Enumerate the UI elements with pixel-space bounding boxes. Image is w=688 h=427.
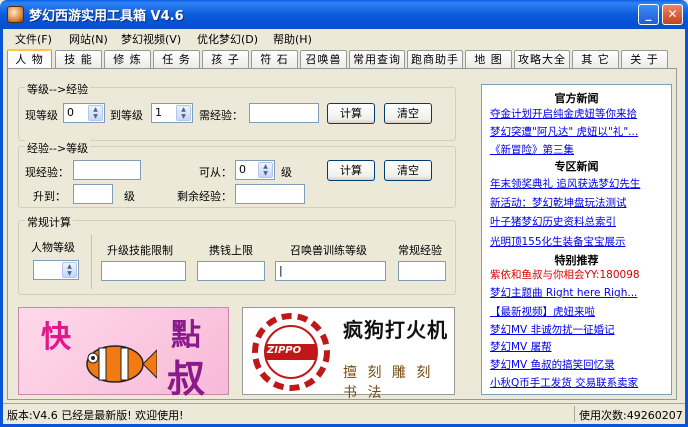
exp-to-level-group: 经验-->等级 现经验： 可从： 0 ▲ ▼ 级 计算 清空 升到： 级 剩余经验…	[18, 140, 456, 208]
normal-exp-label: 常规经验	[398, 244, 442, 257]
title-bar: 梦幻西游实用工具箱 V4.6 _ ✕	[0, 0, 688, 29]
remaining-exp-field[interactable]	[235, 184, 305, 204]
tab-guides[interactable]: 攻略大全	[514, 50, 570, 68]
news-link[interactable]: 梦幻MV 鱼叔的搞笑回忆录	[490, 357, 668, 372]
need-exp-label: 需经验：	[199, 109, 243, 122]
pet-level-label: 召唤兽训练等级	[290, 244, 367, 257]
tab-character[interactable]: 人 物	[7, 49, 52, 69]
can-from-spinner[interactable]: 0 ▲ ▼	[235, 160, 275, 180]
status-usage-count: 使用次数:49260207	[579, 409, 683, 422]
window-title: 梦幻西游实用工具箱 V4.6	[29, 9, 184, 24]
divider	[574, 406, 575, 422]
divider	[91, 235, 92, 289]
group-title: 常规计算	[25, 214, 73, 230]
news-link[interactable]: 夺金计划开启纯金虎妞等你来拾	[490, 106, 668, 121]
level-unit-label: 级	[281, 166, 292, 179]
zippo-brand-text: ZIPPO	[267, 345, 302, 356]
news-link[interactable]: 梦幻突遭"阿凡达" 虎妞以"礼"...	[490, 124, 668, 139]
menu-website[interactable]: 网站(N)	[69, 31, 108, 47]
ad-banner-left[interactable]: 快 點 叔	[18, 307, 229, 401]
news-link[interactable]: 梦幻主题曲 Right here Righ...	[490, 285, 668, 300]
tab-summons[interactable]: 召唤兽	[300, 50, 347, 68]
need-exp-field[interactable]	[249, 103, 319, 123]
news-link[interactable]: 叶子猪梦幻历史资料总索引	[490, 214, 668, 229]
special-heading: 特别推荐	[554, 254, 599, 267]
spinner-arrows-icon[interactable]: ▲ ▼	[88, 105, 103, 121]
status-version: 版本:V4.6 已经是最新版! 欢迎使用!	[7, 409, 184, 422]
news-link[interactable]: 紫依和鱼叔与你相会YY:180098	[490, 267, 668, 282]
official-news-heading: 官方新闻	[554, 92, 599, 105]
news-link[interactable]: 梦幻MV 屠帮	[490, 339, 668, 354]
spinner-arrows-icon[interactable]: ▲ ▼	[176, 105, 191, 121]
can-from-value: 0	[239, 163, 246, 176]
news-panel: 官方新闻 夺金计划开启纯金虎妞等你来拾 梦幻突遭"阿凡达" 虎妞以"礼"... …	[481, 84, 672, 395]
news-link[interactable]: 新活动：梦幻乾坤盘玩法测试	[490, 195, 668, 210]
money-limit-label: 携钱上限	[209, 244, 253, 257]
upgrade-to-label: 升到：	[33, 190, 66, 203]
tab-map[interactable]: 地 图	[465, 50, 512, 68]
status-bar: 版本:V4.6 已经是最新版! 欢迎使用! 使用次数:49260207	[3, 403, 685, 424]
to-level-label: 到等级	[110, 109, 143, 122]
remaining-exp-label: 剩余经验：	[177, 190, 232, 203]
calc-button[interactable]: 计算	[327, 103, 375, 124]
clear-button[interactable]: 清空	[384, 103, 432, 124]
tab-strip: 人 物 技 能 修 炼 任 务 孩 子 符 石 召唤兽 常用查询 跑商助手 地 …	[7, 49, 677, 69]
skill-limit-field[interactable]	[101, 261, 186, 281]
tab-skills[interactable]: 技 能	[55, 50, 102, 68]
tab-cultivation[interactable]: 修 炼	[104, 50, 151, 68]
group-title: 经验-->等级	[25, 140, 91, 156]
menu-bar: 文件(F) 网站(N) 梦幻视频(V) 优化梦幻(D) 帮助(H)	[3, 29, 685, 48]
banner-title: 疯狗打火机	[343, 318, 448, 342]
pet-level-field[interactable]: |	[275, 261, 386, 281]
current-level-value: 0	[67, 106, 74, 119]
banner-char-3: 叔	[167, 356, 206, 401]
level-to-exp-group: 等级-->经验 现等级 0 ▲ ▼ 到等级 1 ▲ ▼ 需经验： 计算 清空	[18, 81, 456, 141]
news-link[interactable]: 光明顶155化生装备宝宝展示	[490, 234, 668, 249]
close-button[interactable]: ✕	[662, 4, 683, 25]
menu-optimize[interactable]: 优化梦幻(D)	[197, 31, 258, 47]
banner-char-1: 快	[41, 320, 71, 355]
current-level-spinner[interactable]: 0 ▲ ▼	[63, 103, 105, 123]
news-link[interactable]: 梦幻MV 非诚勿扰一征婚记	[490, 322, 668, 337]
upgrade-to-field[interactable]	[73, 184, 113, 204]
money-limit-field[interactable]	[197, 261, 265, 281]
tab-about[interactable]: 关 于	[621, 50, 668, 68]
banner-subtitle: 擅 刻 雕 刻 书 法	[343, 365, 434, 401]
tab-common-query[interactable]: 常用查询	[349, 50, 405, 68]
char-level-label: 人物等级	[31, 241, 75, 254]
news-link[interactable]: 《新冒险》第三集	[490, 142, 668, 157]
group-title: 等级-->经验	[25, 81, 91, 97]
clownfish-icon	[86, 345, 157, 383]
skill-limit-label: 升级技能限制	[107, 244, 173, 257]
current-level-label: 现等级	[25, 109, 58, 122]
current-exp-field[interactable]	[73, 160, 141, 180]
app-icon	[7, 6, 24, 23]
zone-news-heading: 专区新闻	[554, 160, 599, 173]
to-level-value: 1	[155, 106, 162, 119]
normal-exp-field[interactable]	[398, 261, 446, 281]
char-level-spinner[interactable]: ▲ ▼	[33, 260, 79, 280]
to-level-spinner[interactable]: 1 ▲ ▼	[151, 103, 193, 123]
minimize-button[interactable]: _	[638, 4, 659, 25]
ad-banner-right[interactable]: ZIPPO 疯狗打火机 擅 刻 雕 刻 书 法	[242, 307, 455, 401]
tab-tasks[interactable]: 任 务	[153, 50, 200, 68]
tab-other[interactable]: 其 它	[572, 50, 619, 68]
spinner-arrows-icon[interactable]: ▲ ▼	[62, 262, 77, 278]
common-calc-group: 常规计算 人物等级 ▲ ▼ 升级技能限制 携钱上限 召唤兽训练等级 | 常规经验	[18, 214, 456, 295]
upgrade-unit-label: 级	[124, 190, 135, 203]
tab-children[interactable]: 孩 子	[202, 50, 249, 68]
menu-file[interactable]: 文件(F)	[15, 31, 52, 47]
current-exp-label: 现经验：	[25, 166, 69, 179]
can-from-label: 可从：	[199, 166, 232, 179]
spinner-arrows-icon[interactable]: ▲ ▼	[258, 162, 273, 178]
news-link[interactable]: 年末领奖典礼 追风获选梦幻先生	[490, 176, 668, 191]
tab-runes[interactable]: 符 石	[251, 50, 298, 68]
menu-video[interactable]: 梦幻视频(V)	[121, 31, 181, 47]
news-link[interactable]: 小秋Q币手工发货 交易联系卖家	[490, 375, 668, 390]
news-link[interactable]: 【最新视频】虎妞来啦	[490, 304, 668, 319]
clear-button[interactable]: 清空	[384, 160, 432, 181]
calc-button[interactable]: 计算	[327, 160, 375, 181]
menu-help[interactable]: 帮助(H)	[273, 31, 312, 47]
tab-trade-helper[interactable]: 跑商助手	[407, 50, 463, 68]
